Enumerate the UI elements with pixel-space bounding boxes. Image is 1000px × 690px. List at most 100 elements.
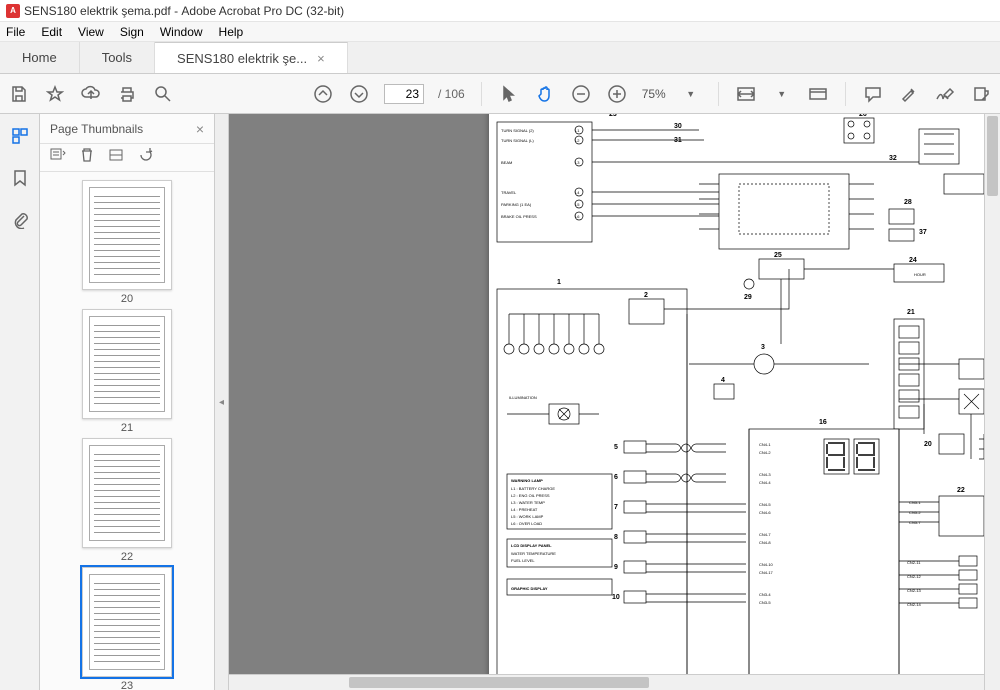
highlight-icon[interactable] [898, 83, 920, 105]
horizontal-scrollbar-thumb[interactable] [349, 677, 649, 688]
thumbnail-options-icon[interactable] [50, 148, 66, 167]
bookmark-rail-icon[interactable] [10, 168, 30, 188]
navigation-rail [0, 114, 40, 690]
svg-text:L4 : PREHEAT: L4 : PREHEAT [511, 507, 538, 512]
thumbnails-rail-icon[interactable] [10, 126, 30, 146]
page-up-icon[interactable] [312, 83, 334, 105]
fit-page-dropdown-icon[interactable]: ▼ [771, 83, 793, 105]
thumbnail-panel: Page Thumbnails × 20 21 22 23 [40, 114, 215, 690]
svg-text:BRAKE OIL PRESS: BRAKE OIL PRESS [501, 214, 537, 219]
menu-sign[interactable]: Sign [120, 25, 144, 39]
svg-text:L6 : OVER LOAD: L6 : OVER LOAD [511, 521, 542, 526]
window-title-app: Adobe Acrobat Pro DC (32-bit) [181, 4, 344, 18]
tab-tools[interactable]: Tools [80, 42, 155, 73]
tab-home[interactable]: Home [0, 42, 80, 73]
svg-text:CN5-1: CN5-1 [909, 500, 921, 505]
svg-text:BEAM: BEAM [501, 160, 512, 165]
thumbnail-page-21[interactable]: 21 [82, 309, 172, 434]
pdf-icon: A [6, 4, 20, 18]
svg-text:28: 28 [904, 199, 912, 206]
panel-collapse-handle[interactable]: ◂ [215, 114, 229, 690]
attachment-rail-icon[interactable] [10, 210, 30, 230]
read-mode-icon[interactable] [807, 83, 829, 105]
svg-text:20: 20 [924, 441, 932, 448]
svg-text:L4: L4 [575, 190, 580, 195]
svg-text:6: 6 [614, 474, 618, 481]
svg-text:CN4-17: CN4-17 [759, 570, 774, 575]
svg-text:10: 10 [612, 594, 620, 601]
search-icon[interactable] [152, 83, 174, 105]
svg-text:5: 5 [614, 444, 618, 451]
thumbnail-panel-title: Page Thumbnails [50, 122, 143, 136]
thumbnail-page-23[interactable]: 23 [82, 567, 172, 690]
svg-text:9: 9 [614, 564, 618, 571]
svg-text:L3: L3 [575, 160, 580, 165]
zoom-in-icon[interactable] [606, 83, 628, 105]
svg-text:L5 : WORK LAMP: L5 : WORK LAMP [511, 514, 544, 519]
zoom-level[interactable]: 75% [642, 87, 666, 101]
thumbnail-list[interactable]: 20 21 22 23 [40, 172, 214, 690]
thumbnail-delete-icon[interactable] [80, 147, 94, 168]
svg-text:L5: L5 [575, 202, 580, 207]
thumbnail-page-22[interactable]: 22 [82, 438, 172, 563]
svg-text:GRAPHIC DISPLAY: GRAPHIC DISPLAY [511, 586, 548, 591]
svg-text:L3 : WATER TEMP: L3 : WATER TEMP [511, 500, 545, 505]
tab-document-label: SENS180 elektrik şe... [177, 51, 307, 66]
svg-text:30: 30 [674, 123, 682, 130]
svg-text:3: 3 [761, 344, 765, 351]
tab-document[interactable]: SENS180 elektrik şe... × [155, 42, 348, 73]
svg-text:31: 31 [674, 137, 682, 144]
sign-icon[interactable] [934, 83, 956, 105]
svg-text:CN4-10: CN4-10 [759, 562, 774, 567]
thumbnail-rotate-icon[interactable] [138, 147, 154, 168]
svg-text:CN4-3: CN4-3 [759, 472, 771, 477]
svg-text:29: 29 [744, 294, 752, 301]
print-icon[interactable] [116, 83, 138, 105]
svg-text:CN3-4: CN3-4 [759, 592, 771, 597]
svg-text:22: 22 [957, 487, 965, 494]
fit-width-icon[interactable] [735, 83, 757, 105]
page-down-icon[interactable] [348, 83, 370, 105]
cloud-upload-icon[interactable] [80, 83, 102, 105]
svg-text:4: 4 [721, 377, 725, 384]
save-icon[interactable] [8, 83, 30, 105]
svg-text:TURN SIGNAL (2): TURN SIGNAL (2) [501, 128, 534, 133]
menu-help[interactable]: Help [219, 25, 244, 39]
star-icon[interactable] [44, 83, 66, 105]
thumbnail-page-20[interactable]: 20 [82, 180, 172, 305]
vertical-scrollbar-thumb[interactable] [987, 116, 998, 196]
thumbnail-panel-close-icon[interactable]: × [196, 121, 204, 137]
svg-text:CN4-4: CN4-4 [759, 480, 771, 485]
svg-text:7: 7 [614, 504, 618, 511]
svg-text:FUEL LEVEL: FUEL LEVEL [511, 558, 535, 563]
horizontal-scrollbar[interactable] [229, 674, 984, 690]
select-tool-icon[interactable] [498, 83, 520, 105]
svg-text:L6: L6 [575, 214, 580, 219]
window-titlebar: A SENS180 elektrik şema.pdf - Adobe Acro… [0, 0, 1000, 22]
page-number-input[interactable] [384, 84, 424, 104]
document-viewer[interactable]: 23 26 TURN SIGNAL (2) TURN SIGNAL (L) BE… [229, 114, 1000, 690]
menu-file[interactable]: File [6, 25, 25, 39]
menu-view[interactable]: View [78, 25, 104, 39]
window-title-filename: SENS180 elektrik şema.pdf [24, 4, 171, 18]
svg-text:23: 23 [609, 114, 617, 118]
schematic-diagram: 23 26 TURN SIGNAL (2) TURN SIGNAL (L) BE… [489, 114, 1000, 690]
more-tools-icon[interactable] [970, 83, 992, 105]
vertical-scrollbar[interactable] [984, 114, 1000, 690]
svg-text:1: 1 [557, 279, 561, 286]
zoom-out-icon[interactable] [570, 83, 592, 105]
svg-text:PARKING (1 EA): PARKING (1 EA) [501, 202, 532, 207]
svg-text:37: 37 [919, 229, 927, 236]
zoom-dropdown-icon[interactable]: ▼ [680, 83, 702, 105]
svg-text:L1 : BATTERY CHARGE: L1 : BATTERY CHARGE [511, 486, 555, 491]
hand-tool-icon[interactable] [534, 83, 556, 105]
svg-text:ILLUMINATION: ILLUMINATION [509, 395, 537, 400]
menu-edit[interactable]: Edit [41, 25, 62, 39]
svg-text:32: 32 [889, 155, 897, 162]
menu-window[interactable]: Window [160, 25, 203, 39]
tab-close-icon[interactable]: × [317, 51, 325, 66]
svg-text:CN4-7: CN4-7 [759, 532, 771, 537]
thumbnail-fit-icon[interactable] [108, 148, 124, 167]
comment-icon[interactable] [862, 83, 884, 105]
svg-text:LCD DISPLAY PANEL: LCD DISPLAY PANEL [511, 543, 552, 548]
